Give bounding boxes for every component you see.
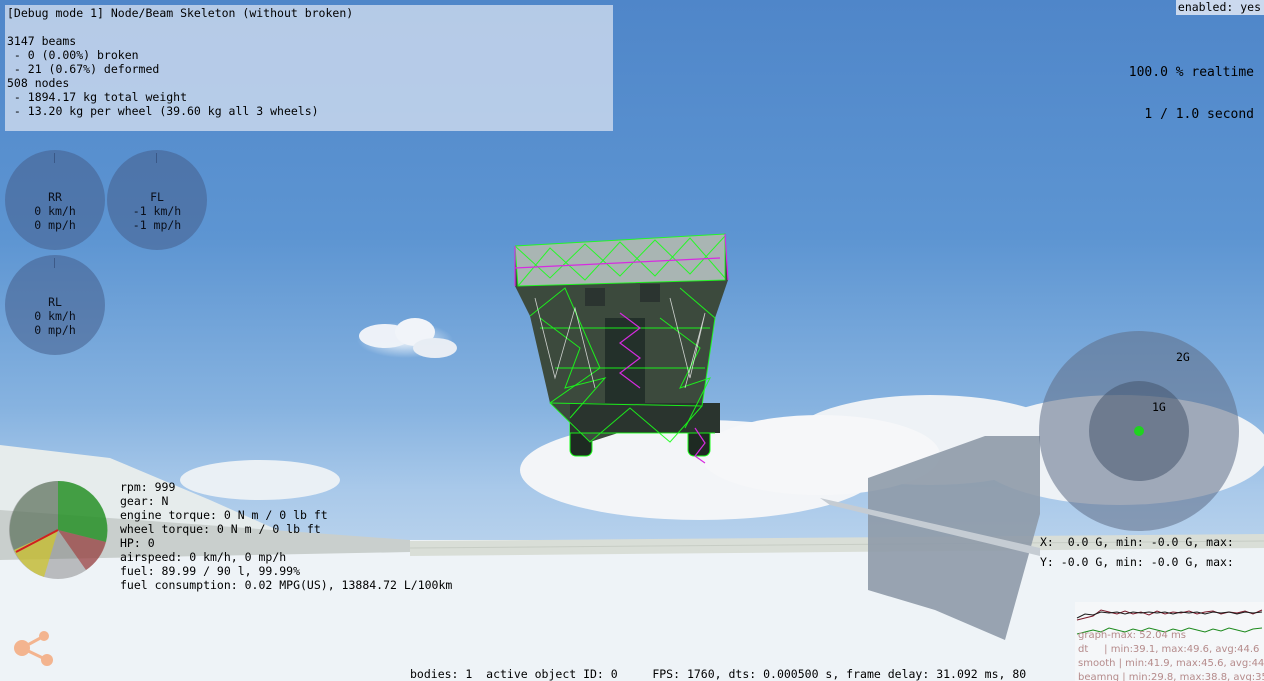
gauge-tick: [54, 258, 55, 268]
gear-readout: gear: N: [120, 494, 169, 508]
wheel-mph: 0 mp/h: [34, 218, 76, 232]
realtime-percent: 100.0 % realtime: [1128, 65, 1254, 80]
beams-broken: - 0 (0.00%) broken: [7, 48, 139, 62]
wheel-kmh: 0 km/h: [34, 204, 76, 218]
gauge-tick: [54, 153, 55, 163]
debug-title: [Debug mode 1] Node/Beam Skeleton (witho…: [7, 6, 354, 20]
cloud: [357, 318, 457, 358]
nodes-count: 508 nodes: [7, 76, 70, 90]
realtime-readout: 100.0 % realtime 1 / 1.0 second: [1129, 38, 1254, 150]
debug-info-panel: [Debug mode 1] Node/Beam Skeleton (witho…: [5, 5, 613, 131]
g-force-dot: [1134, 426, 1144, 436]
wheel-kmh: 0 km/h: [34, 309, 76, 323]
3d-viewport[interactable]: [Debug mode 1] Node/Beam Skeleton (witho…: [0, 0, 1264, 681]
wheel-gauge-rl: RL 0 km/h 0 mp/h: [5, 255, 105, 355]
vehicle-skeleton[interactable]: [510, 228, 730, 468]
beams-count: 3147 beams: [7, 34, 77, 48]
g-y-readout: Y: -0.0 G, min: -0.0 G, max:: [1040, 555, 1234, 569]
g-force-meter: 2G 1G: [1039, 331, 1239, 531]
total-weight: - 1894.17 kg total weight: [7, 90, 188, 104]
g-ring-1g-label: 1G: [1152, 400, 1166, 414]
perf-graph-max: graph-max: 52.04 ms: [1078, 630, 1186, 641]
gauge-tick: [156, 153, 157, 163]
g-ring-2g-label: 2G: [1176, 350, 1190, 364]
realtime-ratio: 1 / 1.0 second: [1144, 107, 1254, 122]
beams-deformed: - 21 (0.67%) deformed: [7, 62, 160, 76]
enabled-text: enabled: yes: [1177, 0, 1261, 14]
perf-dt: dt | min:39.1, max:49.6, avg:44.6: [1078, 644, 1260, 655]
wheel-gauge-fl: FL -1 km/h -1 mp/h: [107, 150, 207, 250]
beamng-logo-icon: [14, 631, 53, 666]
engine-pie-gauge: [9, 480, 108, 579]
wheel-torque-readout: wheel torque: 0 N m / 0 lb ft: [120, 522, 321, 536]
performance-graph: graph-max: 52.04 ms dt | min:39.1, max:4…: [1075, 602, 1264, 681]
fuel-consumption-readout: fuel consumption: 0.02 MPG(US), 13884.72…: [120, 578, 453, 592]
wheel-mph: 0 mp/h: [34, 323, 76, 337]
perf-smooth: smooth | min:41.9, max:45.6, avg:44.8: [1078, 658, 1264, 669]
perf-beamng: beamng | min:29.8, max:38.8, avg:35.1: [1078, 672, 1264, 681]
enabled-indicator: enabled: yes: [1176, 0, 1264, 15]
wheel-gauge-rr: RR 0 km/h 0 mp/h: [5, 150, 105, 250]
g-x-readout: X: 0.0 G, min: -0.0 G, max:: [1040, 535, 1234, 549]
status-bar: bodies: 1 active object ID: 0 FPS: 1760,…: [410, 667, 1027, 681]
wheel-name: RL: [48, 295, 62, 309]
wheel-name: RR: [48, 190, 62, 204]
per-wheel-weight: - 13.20 kg per wheel (39.60 kg all 3 whe…: [7, 104, 319, 118]
wheel-kmh: -1 km/h: [132, 204, 182, 218]
wheel-mph: -1 mp/h: [132, 218, 182, 232]
airspeed-readout: airspeed: 0 km/h, 0 mp/h: [120, 550, 287, 564]
fuel-readout: fuel: 89.99 / 90 l, 99.99%: [120, 564, 301, 578]
hp-readout: HP: 0: [120, 536, 155, 550]
engine-torque-readout: engine torque: 0 N m / 0 lb ft: [120, 508, 328, 522]
rpm-readout: rpm: 999: [120, 480, 176, 494]
wheel-name: FL: [150, 190, 164, 204]
